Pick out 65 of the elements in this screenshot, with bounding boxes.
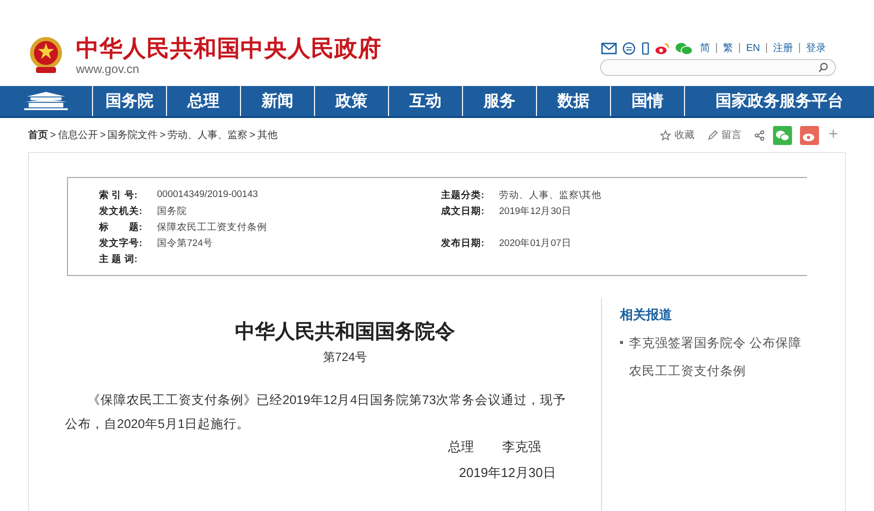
nav-tab[interactable]: 国情	[611, 86, 685, 116]
search-icon[interactable]	[818, 62, 829, 73]
meta-value: 2020年01月07日	[499, 236, 572, 250]
breadcrumb-separator: >	[160, 130, 166, 140]
meta-value: 劳动、人事、监察\其他	[499, 188, 602, 202]
meta-label: 发文机关:	[99, 204, 144, 218]
nav-tab[interactable]: 互动	[389, 86, 463, 116]
nav-tab[interactable]: 数据	[537, 86, 611, 116]
mail-icon[interactable]	[601, 42, 618, 54]
wechat-icon[interactable]	[674, 42, 694, 54]
header-link[interactable]: 繁	[721, 41, 736, 55]
nav-tab[interactable]: 国务院	[93, 86, 167, 116]
meta-label: 主 题 词:	[99, 252, 138, 266]
meta-label: 发文字号:	[99, 236, 144, 250]
weibo-icon[interactable]	[654, 42, 670, 54]
article-title: 中华人民共和国国务院令	[234, 320, 456, 345]
header-link[interactable]: 简	[698, 41, 712, 55]
search-field[interactable]	[600, 59, 836, 76]
meta-value: 国令第724号	[157, 236, 213, 250]
pencil-icon[interactable]	[706, 130, 718, 140]
signer-title: 总理	[448, 438, 474, 456]
meta-value: 000014349/2019-00143	[157, 188, 258, 202]
national-emblem-icon	[28, 35, 64, 75]
signing-date: 2019年12月30日	[459, 464, 557, 482]
breadcrumb-separator: >	[100, 130, 106, 140]
nav-tab[interactable]: 总理	[167, 86, 241, 116]
nav-tab[interactable]: 新闻	[241, 86, 315, 116]
meta-label: 标 题:	[99, 220, 144, 234]
breadcrumb-separator: >	[50, 130, 56, 140]
site-domain: www.gov.cn	[76, 62, 140, 76]
breadcrumb-link[interactable]: 国务院文件	[108, 128, 158, 142]
signer-name: 李克强	[502, 438, 541, 456]
meta-value: 2019年12月30日	[499, 204, 572, 218]
site-title: 中华人民共和国中央人民政府	[76, 34, 382, 62]
breadcrumb-link[interactable]: 其他	[257, 128, 278, 142]
meta-label: 主题分类:	[441, 188, 486, 202]
breadcrumb-link[interactable]: 劳动、人事、监察	[168, 128, 248, 142]
meta-value: 国务院	[157, 204, 187, 218]
breadcrumb-link[interactable]: 首页	[28, 128, 48, 142]
breadcrumb-separator: >	[250, 130, 256, 140]
article-paragraph: 《保障农民工工资支付条例》已经2019年12月4日国务院第73次常务会议通过，现予公布，自2020年5月1日起施行。	[65, 392, 568, 433]
related-heading: 相关报道	[620, 306, 673, 324]
weibo-share-icon[interactable]	[800, 126, 819, 144]
meta-label: 发布日期:	[441, 236, 486, 250]
building-icon[interactable]	[22, 91, 70, 111]
star-icon[interactable]	[660, 130, 671, 140]
nav-tab[interactable]: 国家政务服务平台	[685, 86, 874, 116]
meta-value: 保障农民工工资支付条例	[157, 220, 267, 234]
order-number: 第724号	[322, 349, 368, 366]
header-link[interactable]: 注册	[771, 41, 795, 55]
nav-tab[interactable]: 服务	[463, 86, 537, 116]
message-icon[interactable]	[621, 42, 638, 54]
nav-tab[interactable]: 政策	[315, 86, 389, 116]
share-icon[interactable]	[754, 130, 765, 140]
related-link[interactable]: 李克强签署国务院令 公布保障农民工工资支付条例	[629, 329, 809, 385]
bullet-icon	[620, 341, 623, 344]
meta-label: 成文日期:	[441, 204, 486, 218]
phone-icon[interactable]	[641, 42, 650, 54]
meta-label: 索 引 号:	[99, 188, 138, 202]
header-link[interactable]: 登录	[804, 41, 828, 55]
header-link[interactable]: EN	[744, 42, 762, 54]
message-link[interactable]: 留言	[722, 128, 742, 142]
favorite-link[interactable]: 收藏	[674, 128, 695, 142]
wechat-share-icon[interactable]	[772, 126, 792, 144]
breadcrumb-link[interactable]: 信息公开	[58, 128, 98, 142]
